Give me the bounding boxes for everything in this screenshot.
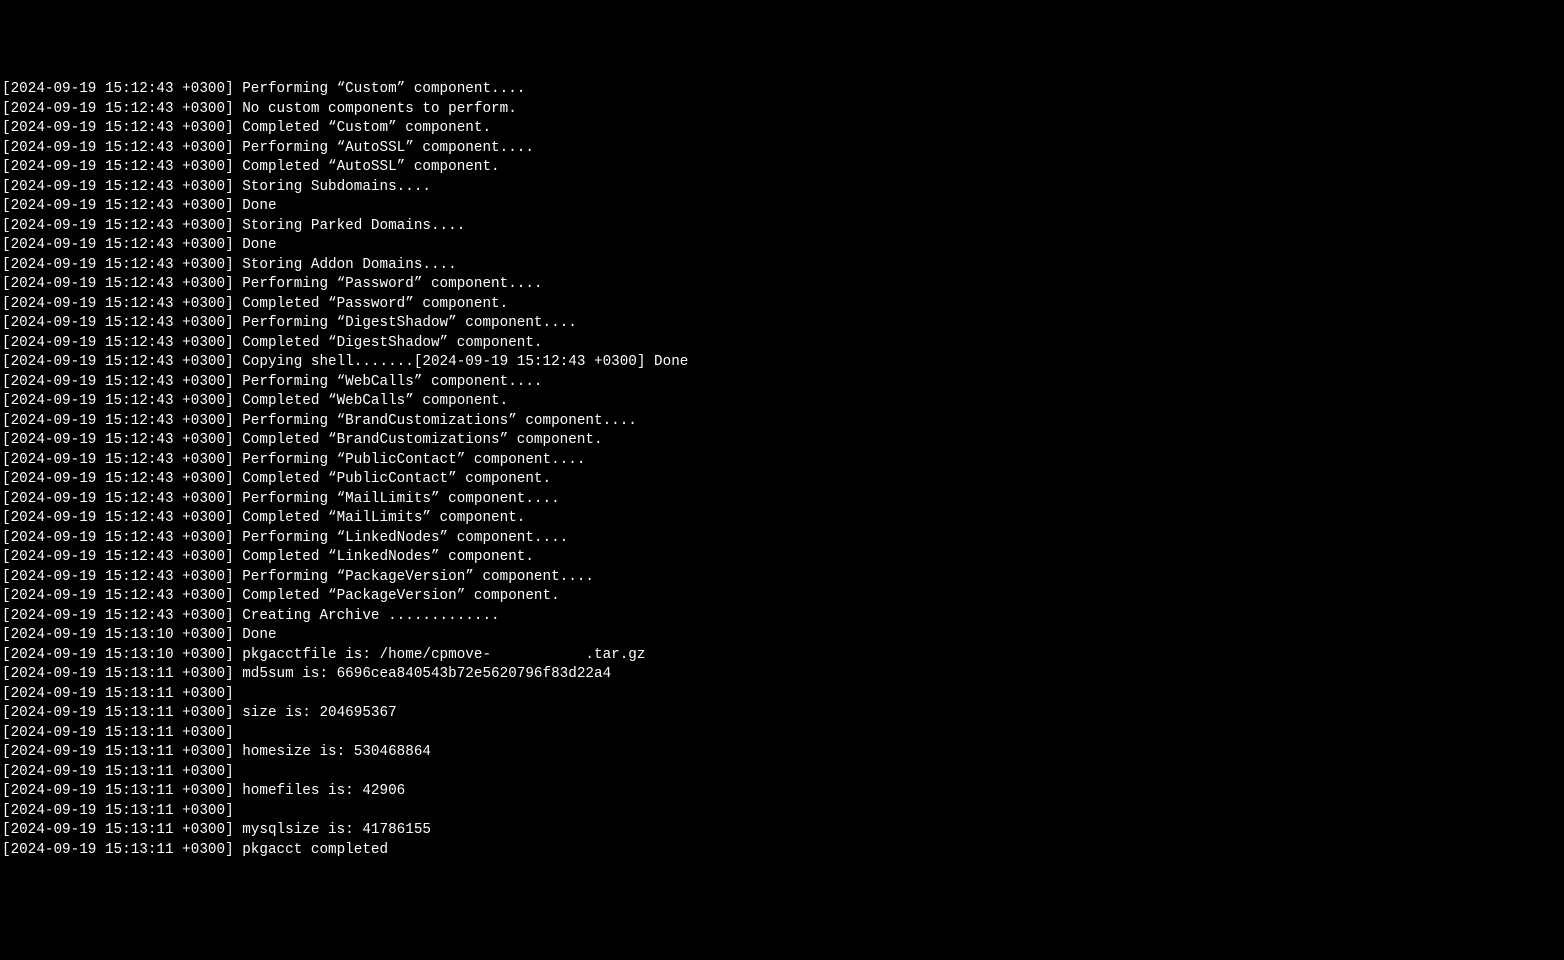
log-line: [2024-09-19 15:12:43 +0300] Completed “L… [2, 548, 1562, 568]
log-line: [2024-09-19 15:12:43 +0300] Done [2, 197, 1562, 217]
log-line: [2024-09-19 15:13:11 +0300] homesize is:… [2, 743, 1562, 763]
log-line: [2024-09-19 15:13:10 +0300] Done [2, 626, 1562, 646]
log-line: [2024-09-19 15:12:43 +0300] Performing “… [2, 412, 1562, 432]
log-line: [2024-09-19 15:12:43 +0300] Done [2, 236, 1562, 256]
log-line: [2024-09-19 15:12:43 +0300] Copying shel… [2, 353, 1562, 373]
log-line: [2024-09-19 15:12:43 +0300] Performing “… [2, 373, 1562, 393]
log-line: [2024-09-19 15:13:11 +0300] [2, 802, 1562, 822]
log-line: [2024-09-19 15:12:43 +0300] Completed “P… [2, 295, 1562, 315]
log-line: [2024-09-19 15:13:11 +0300] [2, 724, 1562, 744]
log-line: [2024-09-19 15:12:43 +0300] Performing “… [2, 275, 1562, 295]
log-line: [2024-09-19 15:12:43 +0300] Creating Arc… [2, 607, 1562, 627]
log-line: [2024-09-19 15:13:11 +0300] md5sum is: 6… [2, 665, 1562, 685]
log-line: [2024-09-19 15:12:43 +0300] Completed “P… [2, 470, 1562, 490]
log-line: [2024-09-19 15:12:43 +0300] Performing “… [2, 80, 1562, 100]
log-line: [2024-09-19 15:12:43 +0300] Storing Subd… [2, 178, 1562, 198]
log-line: [2024-09-19 15:12:43 +0300] Storing Addo… [2, 256, 1562, 276]
log-line: [2024-09-19 15:12:43 +0300] Completed “M… [2, 509, 1562, 529]
log-line: [2024-09-19 15:12:43 +0300] Storing Park… [2, 217, 1562, 237]
log-line: [2024-09-19 15:12:43 +0300] No custom co… [2, 100, 1562, 120]
log-line: [2024-09-19 15:13:11 +0300] mysqlsize is… [2, 821, 1562, 841]
log-line: [2024-09-19 15:12:43 +0300] Performing “… [2, 451, 1562, 471]
log-line: [2024-09-19 15:13:11 +0300] pkgacct comp… [2, 841, 1562, 861]
log-line: [2024-09-19 15:12:43 +0300] Completed “W… [2, 392, 1562, 412]
terminal-output[interactable]: [2024-09-19 15:12:43 +0300] Performing “… [2, 80, 1562, 860]
log-line: [2024-09-19 15:12:43 +0300] Performing “… [2, 139, 1562, 159]
log-line: [2024-09-19 15:12:43 +0300] Completed “D… [2, 334, 1562, 354]
log-line: [2024-09-19 15:12:43 +0300] Performing “… [2, 490, 1562, 510]
log-line: [2024-09-19 15:12:43 +0300] Completed “C… [2, 119, 1562, 139]
log-line: [2024-09-19 15:12:43 +0300] Completed “P… [2, 587, 1562, 607]
log-line: [2024-09-19 15:12:43 +0300] Performing “… [2, 568, 1562, 588]
log-line: [2024-09-19 15:13:11 +0300] [2, 685, 1562, 705]
log-line: [2024-09-19 15:13:11 +0300] [2, 763, 1562, 783]
log-line: [2024-09-19 15:12:43 +0300] Completed “B… [2, 431, 1562, 451]
log-line: [2024-09-19 15:12:43 +0300] Performing “… [2, 529, 1562, 549]
log-line: [2024-09-19 15:13:11 +0300] homefiles is… [2, 782, 1562, 802]
log-line: [2024-09-19 15:12:43 +0300] Performing “… [2, 314, 1562, 334]
log-line: [2024-09-19 15:13:11 +0300] size is: 204… [2, 704, 1562, 724]
log-line: [2024-09-19 15:12:43 +0300] Completed “A… [2, 158, 1562, 178]
log-line: [2024-09-19 15:13:10 +0300] pkgacctfile … [2, 646, 1562, 666]
